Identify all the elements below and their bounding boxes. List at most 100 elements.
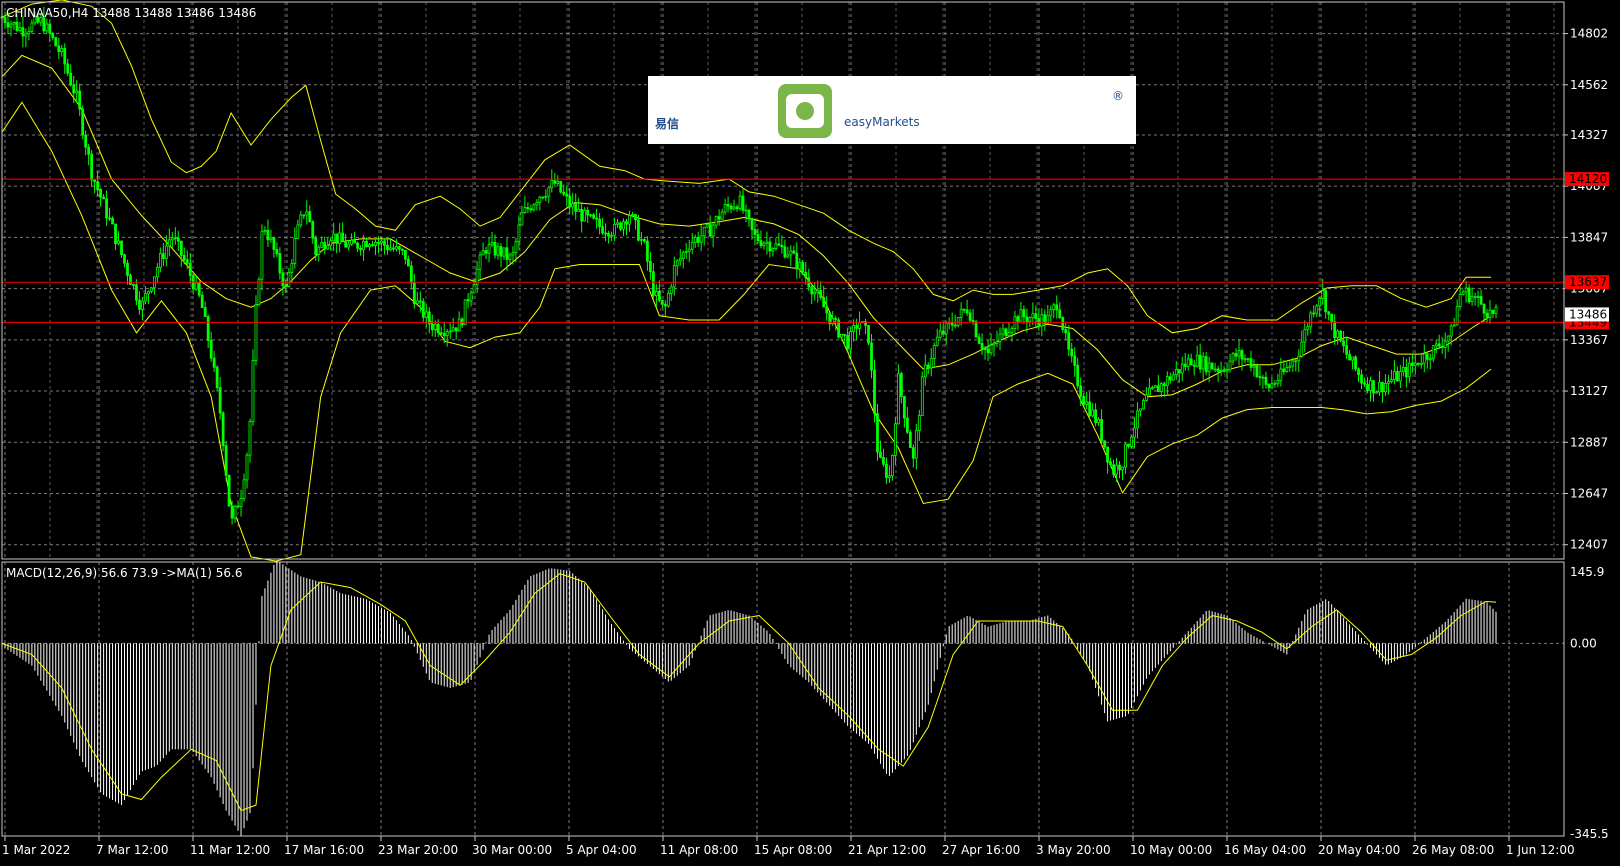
trading-chart[interactable]: 易信 easyMarkets ® 14802 14562 14327 14087 138… xyxy=(0,0,1620,862)
candle-body xyxy=(30,22,34,32)
candle-body xyxy=(305,211,309,216)
candle-body xyxy=(392,247,395,250)
candle-body xyxy=(1007,332,1011,337)
candle-body xyxy=(123,254,126,264)
candle-body xyxy=(678,258,682,262)
candle-body xyxy=(929,358,933,369)
candle-body xyxy=(194,282,198,290)
candle-body xyxy=(395,246,398,250)
candle-body xyxy=(622,221,625,230)
candle-body xyxy=(251,360,255,422)
candle-body xyxy=(1342,340,1346,347)
candle-body xyxy=(908,431,912,449)
candle-body xyxy=(580,208,584,222)
candle-body xyxy=(1094,409,1098,423)
candle-body xyxy=(1303,329,1307,343)
candle-body xyxy=(1413,362,1417,366)
candle-body xyxy=(1174,369,1178,376)
candle-body xyxy=(873,369,876,414)
candle-body xyxy=(481,250,485,256)
candle-body xyxy=(1401,366,1405,373)
candle-body xyxy=(1055,304,1059,311)
candle-body xyxy=(1297,355,1301,362)
candle-body xyxy=(628,215,631,225)
candle-body xyxy=(1488,309,1492,318)
candle-body xyxy=(105,198,108,219)
candle-body xyxy=(1022,309,1026,318)
candle-body xyxy=(90,153,94,181)
candle-body xyxy=(520,212,524,226)
price-tick-label: 14327 xyxy=(1570,128,1608,142)
candle-body xyxy=(1267,384,1271,389)
candle-body xyxy=(675,260,679,267)
candle-body xyxy=(84,134,88,148)
candle-body xyxy=(897,373,900,425)
time-tick-label: 27 Apr 16:00 xyxy=(942,843,1020,857)
candle-body xyxy=(1458,294,1462,308)
candle-body xyxy=(1222,369,1226,372)
candle-body xyxy=(843,333,847,336)
candle-body xyxy=(798,262,802,270)
time-tick-label: 20 May 04:00 xyxy=(1318,843,1400,857)
candle-body xyxy=(424,311,428,318)
candle-body xyxy=(1079,385,1083,397)
candle-body xyxy=(1282,368,1286,372)
candle-body xyxy=(114,223,117,245)
candle-body xyxy=(141,300,144,310)
candle-body xyxy=(1243,358,1247,361)
candle-body xyxy=(1082,395,1086,405)
chart-canvas[interactable]: 易信 easyMarkets ® 14802145621432714087138… xyxy=(0,0,1620,862)
candle-body xyxy=(568,195,572,208)
candle-body xyxy=(980,342,984,349)
candle-body xyxy=(1381,382,1384,393)
price-tick-label: 12887 xyxy=(1570,435,1608,449)
candle-body xyxy=(1372,380,1375,394)
candle-body xyxy=(1249,358,1253,368)
candle-body xyxy=(834,318,838,321)
candle-body xyxy=(135,284,138,301)
candle-body xyxy=(173,237,177,240)
candle-body xyxy=(1398,371,1402,382)
candle-body xyxy=(1404,366,1408,378)
candle-body xyxy=(248,420,252,456)
candle-body xyxy=(1210,362,1214,370)
candle-body xyxy=(1100,419,1103,442)
candle-body xyxy=(266,229,270,241)
candle-body xyxy=(1446,335,1450,342)
candle-body xyxy=(263,229,267,232)
candle-body xyxy=(1312,312,1316,315)
level-tag-label: 14120 xyxy=(1569,172,1607,186)
candle-body xyxy=(499,246,503,257)
candle-body xyxy=(335,233,339,244)
candle-body xyxy=(1309,312,1313,328)
candle-body xyxy=(1085,401,1089,405)
candle-body xyxy=(983,348,987,350)
candle-body xyxy=(968,312,972,321)
macd-title: MACD(12,26,9) 56.6 73.9 ->MA(1) 56.6 xyxy=(6,566,243,580)
candle-body xyxy=(138,299,141,310)
candle-body xyxy=(329,240,333,246)
candle-body xyxy=(158,253,162,268)
candle-body xyxy=(1375,391,1378,394)
candle-body xyxy=(1443,340,1447,348)
candle-body xyxy=(1395,371,1399,382)
candle-body xyxy=(469,292,473,302)
candle-body xyxy=(1159,383,1163,392)
candle-body xyxy=(167,239,171,247)
candle-body xyxy=(362,240,365,251)
candle-body xyxy=(1425,353,1429,360)
candle-body xyxy=(1130,436,1133,447)
candle-body xyxy=(1258,376,1262,378)
candle-body xyxy=(959,308,963,318)
candle-body xyxy=(260,230,264,280)
candle-body xyxy=(971,319,975,323)
candle-body xyxy=(935,336,939,346)
candle-body xyxy=(457,318,461,332)
candle-body xyxy=(938,330,942,338)
brand-en-text: easyMarkets xyxy=(844,115,920,129)
candle-body xyxy=(239,498,243,507)
candle-body xyxy=(1204,356,1208,373)
candle-body xyxy=(792,250,796,254)
candle-body xyxy=(1073,355,1077,366)
candle-body xyxy=(1171,374,1175,381)
